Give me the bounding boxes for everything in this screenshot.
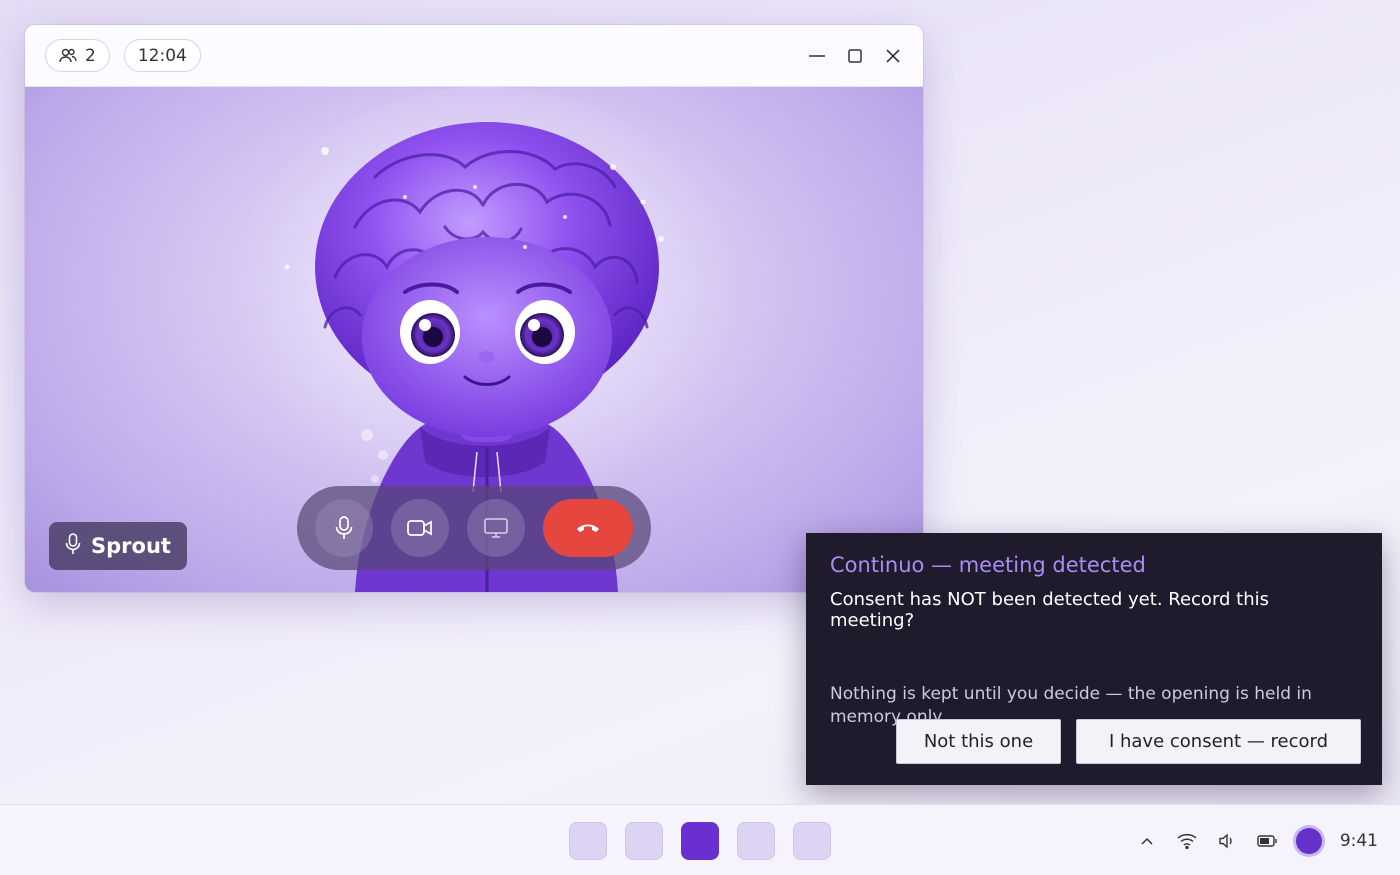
taskbar-app-1[interactable] [569,822,607,860]
meeting-detected-notification: Continuo — meeting detected Consent has … [806,533,1382,785]
call-titlebar: 2 12:04 [25,25,923,87]
video-camera-icon [407,520,432,536]
end-call-button[interactable] [543,499,633,557]
call-duration: 12:04 [137,45,187,66]
close-icon [886,48,900,63]
participant-name: Sprout [91,534,171,558]
camera-button[interactable] [391,499,449,557]
taskbar-app-4[interactable] [737,822,775,860]
share-screen-button[interactable] [467,499,525,557]
continuo-tray-icon[interactable] [1295,827,1322,854]
chevron-up-icon[interactable] [1136,830,1158,852]
call-duration-pill: 12:04 [123,39,201,72]
close-button[interactable] [883,46,903,66]
people-icon [59,48,77,64]
minimize-icon [809,54,825,57]
window-controls [807,46,903,66]
participants-count: 2 [85,45,96,66]
taskbar-app-5[interactable] [793,822,831,860]
battery-icon[interactable] [1256,830,1278,852]
mute-button[interactable] [315,499,373,557]
notification-title: Continuo — meeting detected [830,553,1146,577]
taskbar-app-2[interactable] [625,822,663,860]
taskbar-clock: 9:41 [1339,830,1378,851]
notification-message: Consent has NOT been detected yet. Recor… [830,589,1270,631]
microphone-icon [65,532,81,560]
phone-hangup-icon [577,524,599,532]
maximize-button[interactable] [845,46,865,66]
video-feed: Sprout [25,87,923,592]
decline-record-button[interactable]: Not this one [896,719,1061,764]
notification-actions: Not this one I have consent — record [896,719,1361,764]
consent-record-button[interactable]: I have consent — record [1076,719,1361,764]
screen-share-icon [484,518,508,538]
wifi-icon[interactable] [1176,830,1198,852]
taskbar: 9:41 [0,804,1400,875]
volume-icon[interactable] [1216,830,1238,852]
minimize-button[interactable] [807,46,827,66]
call-controls [297,486,651,570]
taskbar-app-active[interactable] [681,822,719,860]
call-window: 2 12:04 Sprout [25,25,923,592]
app-dock [569,822,831,860]
participant-name-tag: Sprout [49,522,187,570]
microphone-icon [335,516,353,539]
maximize-icon [848,48,862,63]
participants-pill[interactable]: 2 [45,39,110,72]
system-tray: 9:41 [1136,805,1378,875]
